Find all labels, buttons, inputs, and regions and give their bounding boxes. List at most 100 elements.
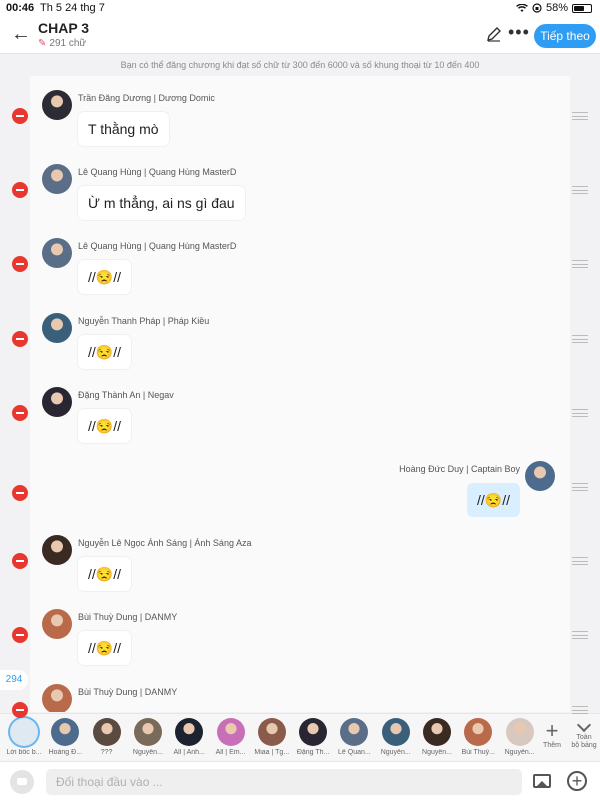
drag-handle-icon[interactable]: [572, 112, 588, 120]
pencil-icon: ✎: [38, 38, 47, 49]
add-icon[interactable]: +: [567, 771, 587, 791]
character-avatar: [51, 718, 80, 746]
character-chip[interactable]: ???: [87, 718, 127, 756]
dialogue-row[interactable]: Lê Quang Hùng | Quang Hùng MasterD Ừ m th…: [30, 164, 570, 238]
drag-handle-icon[interactable]: [572, 186, 588, 195]
character-avatar: [92, 718, 121, 746]
dialogue-row[interactable]: Bùi Thuỳ Dung | DANMY //😒//: [30, 609, 570, 683]
avatar[interactable]: [42, 609, 72, 640]
character-chip[interactable]: Lời bốc b...: [4, 718, 44, 756]
character-chip[interactable]: All | Em...: [211, 718, 251, 756]
remove-dialogue-icon[interactable]: [12, 485, 28, 501]
next-button[interactable]: Tiếp theo: [534, 24, 596, 48]
character-label: All | Anh...: [173, 749, 205, 756]
dialogue-bubble[interactable]: Ừ m thẳng, ai ns gì đau: [78, 186, 245, 221]
dialogue-row[interactable]: Hoàng Đức Duy | Captain Boy //😒//: [30, 461, 570, 535]
word-count-text: 291 chữ: [49, 38, 87, 49]
dialogue-bubble[interactable]: //😒//: [78, 631, 131, 666]
dialogue-bubble[interactable]: //😒//: [78, 408, 131, 443]
remove-dialogue-icon[interactable]: [12, 627, 28, 644]
dialogue-bubble[interactable]: //😒//: [78, 260, 131, 295]
dialogue-input[interactable]: [46, 769, 522, 795]
avatar[interactable]: [42, 683, 72, 712]
battery-percent: 58%: [545, 2, 568, 14]
chapter-notice: Bạn có thể đăng chương khi đạt số chữ từ…: [120, 60, 480, 70]
more-options-icon[interactable]: •••: [508, 22, 530, 43]
edit-icon[interactable]: [486, 26, 502, 42]
full-board-label-2: bộ bảng: [571, 742, 597, 749]
character-label: Lời bốc b...: [6, 749, 42, 756]
remove-dialogue-icon[interactable]: [12, 330, 28, 347]
dialogue-row[interactable]: Nguyễn Thanh Pháp | Pháp Kiều //😒//: [30, 312, 570, 387]
speaker-name: Bùi Thuỳ Dung | DANMY: [78, 686, 178, 697]
wifi-icon: [516, 3, 528, 12]
avatar[interactable]: [42, 386, 72, 417]
avatar[interactable]: [42, 238, 72, 269]
character-strip[interactable]: + Thêm Toàn bộ bảng Lời bốc b... Hoàng Đ.…: [0, 713, 600, 761]
chapter-header: ← CHAP 3 ✎ 291 chữ ••• Tiếp theo: [0, 16, 600, 54]
back-arrow-icon[interactable]: ←: [10, 23, 32, 45]
drag-handle-icon[interactable]: [572, 705, 588, 714]
avatar[interactable]: [42, 164, 72, 195]
remove-dialogue-icon[interactable]: [12, 553, 28, 570]
chapter-title: CHAP 3: [38, 20, 90, 36]
speaker-name: Trần Đăng Dương | Dương Domic: [78, 93, 215, 103]
remove-dialogue-icon[interactable]: [12, 701, 28, 718]
drag-handle-icon[interactable]: [572, 483, 588, 491]
narration-toggle-icon[interactable]: [10, 770, 34, 794]
character-chip[interactable]: Nguyễn...: [417, 718, 457, 756]
status-right: 58%: [516, 2, 592, 14]
character-chip[interactable]: Nguyễn...: [376, 718, 416, 756]
character-chip[interactable]: Miaa | Tg...: [252, 718, 292, 756]
full-board-button[interactable]: Toàn bộ bảng: [568, 717, 600, 750]
dialogue-bubble[interactable]: //😒//: [78, 557, 131, 592]
dialogue-row[interactable]: Lê Quang Hùng | Quang Hùng MasterD //😒//: [30, 238, 570, 312]
character-label: Bùi Thuỳ...: [461, 749, 495, 756]
dialogue-row[interactable]: Bùi Thuỳ Dung | DANMY: [30, 683, 570, 712]
add-character-label: Thêm: [543, 742, 561, 749]
drag-handle-icon[interactable]: [572, 260, 588, 269]
character-chip[interactable]: All | Anh...: [169, 718, 209, 756]
remove-dialogue-icon[interactable]: [12, 256, 28, 273]
avatar[interactable]: [42, 312, 72, 343]
image-icon[interactable]: [533, 774, 551, 788]
character-avatar: [133, 718, 162, 746]
dialogue-row[interactable]: Trần Đăng Dương | Dương Domic T thằng mò: [30, 90, 570, 164]
dialogue-list[interactable]: Trần Đăng Dương | Dương Domic T thằng mò L…: [30, 76, 570, 712]
character-label: Hoàng Đ...: [48, 749, 83, 756]
plus-icon: +: [545, 718, 559, 743]
character-chip[interactable]: Nguyễn...: [128, 718, 168, 756]
drag-handle-icon[interactable]: [572, 334, 588, 343]
dialogue-row[interactable]: Đặng Thành An | Negav //😒//: [30, 386, 570, 461]
drag-handle-icon[interactable]: [572, 631, 588, 640]
dialogue-bubble[interactable]: //😒//: [467, 483, 520, 517]
character-avatar: [299, 718, 328, 746]
remove-dialogue-icon[interactable]: [12, 182, 28, 199]
avatar[interactable]: [525, 461, 555, 491]
narrator-icon: [10, 718, 38, 746]
character-chip[interactable]: Đặng Th...: [293, 718, 333, 756]
speaker-name: Hoàng Đức Duy | Captain Boy: [399, 464, 520, 474]
character-chip[interactable]: Hoàng Đ...: [45, 718, 85, 756]
character-avatar: [216, 718, 245, 746]
remove-dialogue-icon[interactable]: [12, 108, 28, 124]
drag-handle-icon[interactable]: [572, 408, 588, 417]
dialogue-bubble[interactable]: T thằng mò: [78, 112, 169, 146]
speaker-name: Lê Quang Hùng | Quang Hùng MasterD: [78, 167, 237, 178]
character-label: Miaa | Tg...: [254, 749, 290, 756]
dialogue-row[interactable]: Nguyễn Lê Ngọc Ánh Sáng | Ánh Sáng Aza //…: [30, 535, 570, 609]
character-chip[interactable]: Bùi Thuỳ...: [458, 718, 498, 756]
character-avatar: [464, 718, 493, 746]
add-character-button[interactable]: + Thêm: [540, 718, 564, 750]
dialogue-bubble[interactable]: //😒//: [78, 334, 131, 369]
character-chip[interactable]: Lê Quan...: [334, 718, 374, 756]
avatar[interactable]: [42, 535, 72, 566]
character-avatar: [505, 718, 534, 746]
status-date: Th 5 24 thg 7: [40, 2, 105, 14]
character-chip[interactable]: Nguyễn...: [500, 718, 540, 756]
speaker-name: Nguyễn Lê Ngọc Ánh Sáng | Ánh Sáng Aza: [78, 538, 252, 549]
avatar[interactable]: [42, 90, 72, 120]
remove-dialogue-icon[interactable]: [12, 404, 28, 421]
drag-handle-icon[interactable]: [572, 557, 588, 566]
character-avatar: [340, 718, 369, 746]
